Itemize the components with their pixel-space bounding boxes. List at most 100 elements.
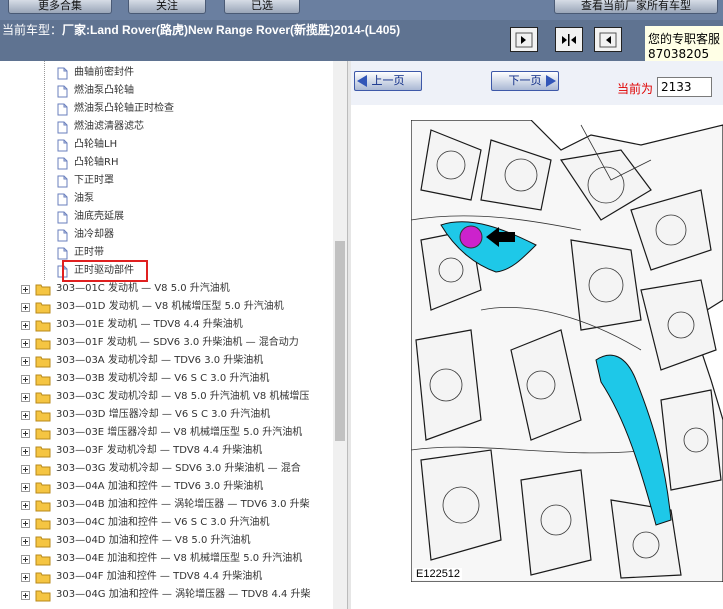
tree-folder-label: 303—01C 发动机 — V8 5.0 升汽油机	[56, 283, 230, 294]
tree-folder-item[interactable]: 303—04F 加油和控件 — TDV8 4.4 升柴油机	[0, 568, 347, 586]
expand-plus-icon[interactable]	[21, 483, 30, 492]
tree-folder-item[interactable]: 303—04B 加油和控件 — 涡轮增压器 — TDV6 3.0 升柴	[0, 496, 347, 514]
expand-plus-icon[interactable]	[21, 537, 30, 546]
tree-folder-item[interactable]: 303—01F 发动机 — SDV6 3.0 升柴油机 — 混合动力	[0, 334, 347, 352]
expand-plus-icon[interactable]	[21, 555, 30, 564]
tree-leaf-label: 燃油泵凸轮轴正时检查	[74, 103, 174, 114]
expand-plus-icon[interactable]	[21, 357, 30, 366]
tree-folder-item[interactable]: 303—03A 发动机冷却 — TDV6 3.0 升柴油机	[0, 352, 347, 370]
folder-icon	[35, 356, 51, 368]
tree-folder-item[interactable]: 303—03E 增压器冷却 — V8 机械增压型 5.0 升汽油机	[0, 424, 347, 442]
tree-leaf-item[interactable]: 凸轮轴RH	[0, 154, 347, 172]
tree-folder-label: 303—03F 发动机冷却 — TDV8 4.4 升柴油机	[56, 445, 263, 456]
tree-leaf-label: 下正时罩	[74, 175, 114, 186]
prev-page-label: 上一页	[371, 74, 405, 87]
tree-folder-item[interactable]: 303—04A 加油和控件 — TDV6 3.0 升柴油机	[0, 478, 347, 496]
tree-folder-label: 303—01E 发动机 — TDV8 4.4 升柴油机	[56, 319, 243, 330]
next-page-button[interactable]: 下一页	[491, 71, 559, 91]
toolbar-button-3[interactable]: 已选	[224, 0, 300, 14]
next-page-label: 下一页	[508, 74, 542, 87]
expand-plus-icon[interactable]	[21, 519, 30, 528]
tree-leaf-item[interactable]: 正时驱动部件	[0, 262, 347, 280]
tree-folder-label: 303—04D 加油和控件 — V8 5.0 升汽油机	[56, 535, 251, 546]
tree-folder-item[interactable]: 303—03G 发动机冷却 — SDV6 3.0 升柴油机 — 混合	[0, 460, 347, 478]
expand-plus-icon[interactable]	[21, 447, 30, 456]
toolbar-button-1[interactable]: 更多合集	[8, 0, 112, 14]
tree-leaf-item[interactable]: 曲轴前密封件	[0, 64, 347, 82]
document-viewer: 上一页 下一页 当前为 2133 E122512	[351, 61, 723, 609]
tree-folder-item[interactable]: 303—04G 加油和控件 — 涡轮增压器 — TDV8 4.4 升柴	[0, 586, 347, 604]
contact-number: 87038205	[648, 47, 710, 61]
document-icon	[57, 139, 68, 152]
document-icon	[57, 67, 68, 80]
tree-leaf-item[interactable]: 燃油泵凸轮轴正时检查	[0, 100, 347, 118]
tree-leaf-item[interactable]: 油泵	[0, 190, 347, 208]
expand-plus-icon[interactable]	[21, 393, 30, 402]
tree-leaf-item[interactable]: 油冷却器	[0, 226, 347, 244]
tree-folder-item[interactable]: 303—01E 发动机 — TDV8 4.4 升柴油机	[0, 316, 347, 334]
expand-plus-icon[interactable]	[21, 429, 30, 438]
tree-leaf-label: 正时带	[74, 247, 104, 258]
tree-folder-item[interactable]: 303—03C 发动机冷却 — V8 5.0 升汽油机 V8 机械增压	[0, 388, 347, 406]
tree-scrollbar[interactable]	[333, 61, 347, 609]
tree-leaf-item[interactable]: 凸轮轴LH	[0, 136, 347, 154]
tree-leaf-label: 燃油泵凸轮轴	[74, 85, 134, 96]
tree-folder-item[interactable]: 303—03D 增压器冷却 — V6 S C 3.0 升汽油机	[0, 406, 347, 424]
expand-plus-icon[interactable]	[21, 339, 30, 348]
tree-folder-label: 303—04B 加油和控件 — 涡轮增压器 — TDV6 3.0 升柴	[56, 499, 310, 510]
tree-folder-item[interactable]: 303—04E 加油和控件 — V8 机械增压型 5.0 升汽油机	[0, 550, 347, 568]
tree-folder-label: 303—03A 发动机冷却 — TDV6 3.0 升柴油机	[56, 355, 264, 366]
split-arrows-icon	[562, 33, 576, 46]
selected-item-highlight	[62, 260, 148, 282]
expand-plus-icon[interactable]	[21, 501, 30, 510]
tree-folder-label: 303—03C 发动机冷却 — V8 5.0 升汽油机 V8 机械增压	[56, 391, 310, 402]
expand-plus-icon[interactable]	[21, 303, 30, 312]
folder-icon	[35, 464, 51, 476]
panel-split-button[interactable]	[555, 27, 583, 52]
folder-icon	[35, 374, 51, 386]
folder-icon	[35, 428, 51, 440]
tree-leaf-item[interactable]: 燃油泵凸轮轴	[0, 82, 347, 100]
tree-leaf-label: 凸轮轴LH	[74, 139, 118, 150]
arrow-left-icon	[357, 75, 367, 87]
folder-icon	[35, 446, 51, 458]
tree-leaf-label: 油泵	[74, 193, 94, 204]
panel-left-button[interactable]	[510, 27, 538, 52]
scrollbar-thumb[interactable]	[335, 241, 345, 441]
contact-label: 您的专职客服	[648, 32, 721, 46]
expand-plus-icon[interactable]	[21, 591, 30, 600]
expand-plus-icon[interactable]	[21, 285, 30, 294]
expand-plus-icon[interactable]	[21, 465, 30, 474]
tree-folder-item[interactable]: 303—01D 发动机 — V8 机械增压型 5.0 升汽油机	[0, 298, 347, 316]
document-icon	[57, 193, 68, 206]
tree-leaf-label: 曲轴前密封件	[74, 67, 134, 78]
expand-plus-icon[interactable]	[21, 573, 30, 582]
tree-folder-item[interactable]: 303—03B 发动机冷却 — V6 S C 3.0 升汽油机	[0, 370, 347, 388]
document-icon	[57, 229, 68, 242]
folder-icon	[35, 590, 51, 602]
tree-folder-item[interactable]: 303—01C 发动机 — V8 5.0 升汽油机	[0, 280, 347, 298]
toolbar-button-2[interactable]: 关注	[128, 0, 206, 14]
tree-leaf-item[interactable]: 燃油滤清器滤芯	[0, 118, 347, 136]
expand-plus-icon[interactable]	[21, 411, 30, 420]
arrow-left-bar-icon	[599, 32, 617, 47]
folder-icon	[35, 554, 51, 566]
folder-icon	[35, 338, 51, 350]
prev-page-button[interactable]: 上一页	[354, 71, 422, 91]
toolbar-button-all-models[interactable]: 查看当前厂家所有车型	[554, 0, 718, 14]
panel-right-button[interactable]	[594, 27, 622, 52]
tree-folder-label: 303—04F 加油和控件 — TDV8 4.4 升柴油机	[56, 571, 263, 582]
tree-leaf-item[interactable]: 正时带	[0, 244, 347, 262]
expand-plus-icon[interactable]	[21, 375, 30, 384]
expand-plus-icon[interactable]	[21, 321, 30, 330]
tree-leaf-item[interactable]: 下正时罩	[0, 172, 347, 190]
folder-icon	[35, 536, 51, 548]
tree-folder-item[interactable]: 303—03F 发动机冷却 — TDV8 4.4 升柴油机	[0, 442, 347, 460]
tree-folder-item[interactable]: 303—04C 加油和控件 — V6 S C 3.0 升汽油机	[0, 514, 347, 532]
tree-folder-label: 303—01F 发动机 — SDV6 3.0 升柴油机 — 混合动力	[56, 337, 299, 348]
tree-folder-item[interactable]: 303—04D 加油和控件 — V8 5.0 升汽油机	[0, 532, 347, 550]
tree-leaf-item[interactable]: 油底壳延展	[0, 208, 347, 226]
document-icon	[57, 103, 68, 116]
tree-leaf-label: 油冷却器	[74, 229, 114, 240]
current-page-input[interactable]: 2133	[657, 77, 712, 97]
